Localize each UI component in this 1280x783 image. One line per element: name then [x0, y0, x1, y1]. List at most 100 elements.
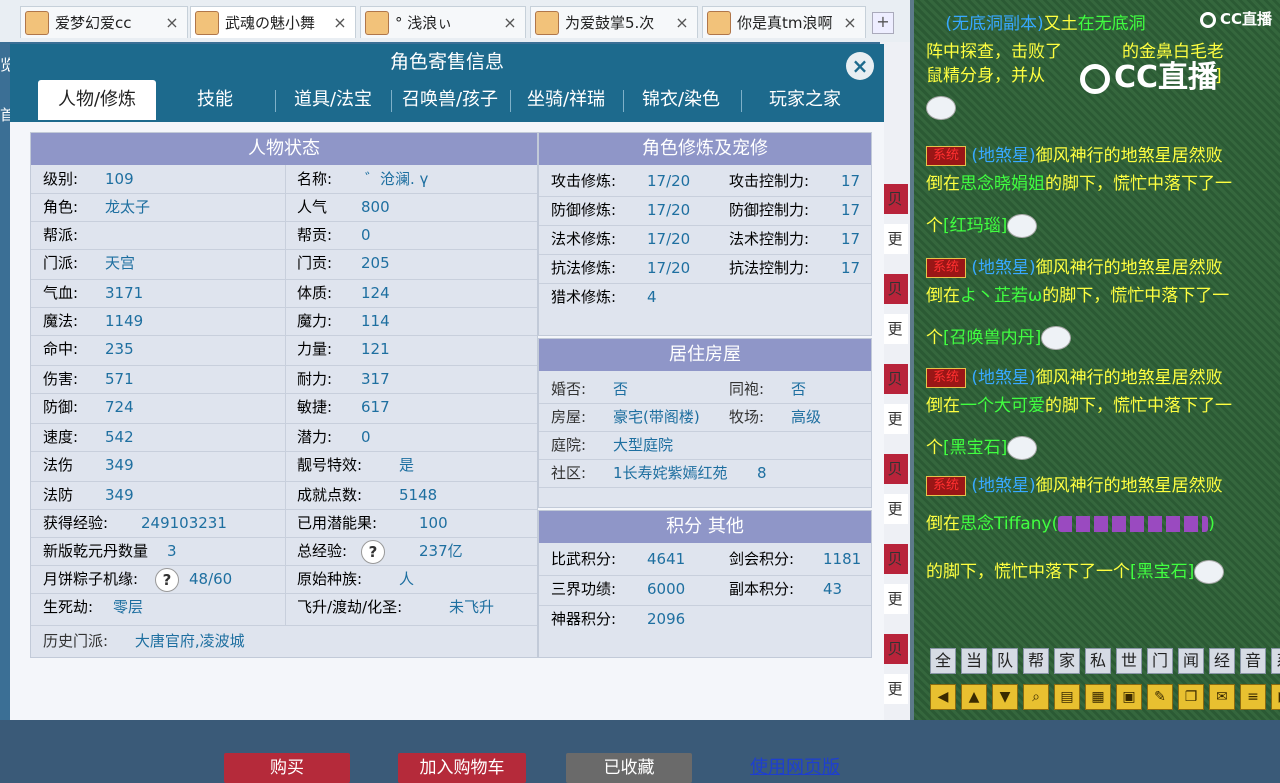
chat-line: (无底洞副本)又土在无底洞 — [926, 10, 1280, 38]
help-row: ? — [155, 565, 179, 593]
side-button[interactable]: 贝 — [882, 634, 908, 664]
left-arrow-icon[interactable]: ◀ — [930, 684, 956, 710]
new-tab-button[interactable]: + — [872, 12, 894, 34]
browser-tab[interactable]: 爱梦幻爱cc × — [20, 6, 188, 38]
copy-icon[interactable]: ❐ — [1178, 684, 1204, 710]
channel-button[interactable]: 闻 — [1178, 648, 1204, 674]
close-button[interactable]: × — [846, 52, 874, 80]
channel-button[interactable]: 当 — [961, 648, 987, 674]
down-arrow-icon[interactable]: ▼ — [992, 684, 1018, 710]
side-button[interactable]: 贝 — [882, 454, 908, 484]
side-button[interactable]: 更 — [882, 584, 908, 614]
close-icon[interactable]: × — [501, 13, 519, 32]
add-to-cart-button[interactable]: 加入购物车 — [398, 753, 526, 783]
right-arrow-icon[interactable]: ▶ — [1271, 684, 1280, 710]
tab-skills[interactable]: 技能 — [160, 80, 270, 120]
close-icon[interactable]: × — [841, 13, 859, 32]
browser-tab[interactable]: 你是真tm浪啊 × — [702, 6, 866, 38]
grid-icon[interactable]: ▦ — [1085, 684, 1111, 710]
side-button[interactable]: 贝 — [882, 184, 908, 214]
nav-divider — [741, 90, 742, 112]
channel-button[interactable]: 家 — [1054, 648, 1080, 674]
doc-icon[interactable]: ▤ — [1054, 684, 1080, 710]
chat-icon[interactable]: ✉ — [1209, 684, 1235, 710]
lock-icon[interactable]: ▣ — [1116, 684, 1142, 710]
side-button[interactable]: 更 — [882, 404, 908, 434]
status-value: 人 — [399, 570, 415, 588]
side-button[interactable]: 贝 — [882, 544, 908, 574]
chat-player[interactable]: 思念晓娟姐 — [960, 174, 1045, 194]
tab-items[interactable]: 道具/法宝 — [278, 80, 388, 120]
browser-tab-active[interactable]: 武魂の魅小舞 × — [190, 6, 356, 38]
buy-button[interactable]: 购买 — [224, 753, 350, 783]
tab-player-home[interactable]: 玩家之家 — [744, 80, 866, 120]
close-icon[interactable]: × — [331, 13, 349, 32]
status-label: 飞升/渡劫/化圣: — [297, 598, 403, 616]
channel-button[interactable]: 队 — [992, 648, 1018, 674]
brush-icon[interactable]: ✎ — [1147, 684, 1173, 710]
status-value: 617 — [361, 398, 390, 416]
chat-player[interactable]: 一个大可爱 — [960, 396, 1045, 416]
avatar — [535, 10, 559, 35]
channel-button[interactable]: 帮 — [1023, 648, 1049, 674]
chat-item[interactable]: [黑宝石] — [1130, 562, 1194, 582]
chat-item[interactable]: [召唤兽内丹] — [943, 328, 1041, 348]
status-label: 级别: — [43, 170, 79, 188]
chat-player[interactable]: よ丶芷若ω — [960, 286, 1042, 306]
chat-text: 的脚下，慌忙中落下了一个 — [926, 562, 1130, 582]
list-icon[interactable]: ≡ — [1240, 684, 1266, 710]
side-button[interactable]: 更 — [882, 494, 908, 524]
community-value: 1长寿姹紫嫣红苑 — [613, 459, 728, 487]
field-label: 牧场: — [729, 408, 765, 426]
decorative-symbols-icon — [1058, 516, 1209, 532]
collected-button[interactable]: 已收藏 — [566, 753, 692, 783]
emoji-icon — [926, 96, 956, 120]
dialog-content: 人物状态 级别: 109 名称: ゛沧澜. ү 角色: 龙太子 人气 800 帮派: 帮贡: 0 门派… — [10, 122, 884, 783]
ranch-row: 牧场: — [729, 403, 764, 431]
channel-button[interactable]: 私 — [1085, 648, 1111, 674]
tab-mounts[interactable]: 坐骑/祥瑞 — [513, 80, 619, 120]
channel-button[interactable]: 全 — [930, 648, 956, 674]
help-icon[interactable]: ? — [155, 567, 179, 592]
channel-button[interactable]: 经 — [1209, 648, 1235, 674]
channel-button[interactable]: 门 — [1147, 648, 1173, 674]
tab-character[interactable]: 人物/修炼 — [38, 80, 156, 120]
help-icon[interactable]: ? — [361, 539, 385, 564]
tab-pets[interactable]: 召唤兽/孩子 — [394, 80, 506, 120]
chat-item[interactable]: [红玛瑙] — [943, 216, 1007, 236]
side-button[interactable]: 贝 — [882, 364, 908, 394]
browser-tab-bar: 爱梦幻爱cc × 武魂の魅小舞 × ° 浅浪ぃ × 为爱鼓掌5.次 × 你是真t… — [0, 0, 910, 43]
web-version-link[interactable]: 使用网页版 — [750, 753, 840, 783]
status-value: 0 — [361, 428, 371, 446]
tab-outfits[interactable]: 锦衣/染色 — [626, 80, 736, 120]
marriage-value: 否 — [613, 375, 628, 403]
side-button[interactable]: 更 — [882, 224, 908, 254]
side-button[interactable]: 更 — [882, 314, 908, 344]
chat-text: 的脚下，慌忙中落下了一 — [1045, 174, 1232, 194]
channel-button[interactable]: 世 — [1116, 648, 1142, 674]
channel-button[interactable]: 系 — [1271, 648, 1280, 674]
browser-tab[interactable]: ° 浅浪ぃ × — [360, 6, 526, 38]
field-label: 婚否: — [551, 380, 587, 398]
chat-source: (地煞星) — [971, 368, 1036, 388]
chat-text: 御风神行的地煞星居然败 — [1035, 368, 1223, 388]
avatar — [25, 10, 49, 35]
status-label: 人气 — [297, 198, 328, 216]
side-button[interactable]: 贝 — [882, 274, 908, 304]
channel-button[interactable]: 音 — [1240, 648, 1266, 674]
tab-label: 你是真tm浪啊 — [737, 14, 833, 32]
close-icon[interactable]: × — [163, 13, 181, 32]
status-label: 防御: — [43, 398, 79, 416]
up-arrow-icon[interactable]: ▲ — [961, 684, 987, 710]
close-icon[interactable]: × — [673, 13, 691, 32]
row-divider — [539, 431, 871, 432]
search-icon[interactable]: ⌕ — [1023, 684, 1049, 710]
house-value: 豪宅(带阁楼) — [613, 403, 700, 431]
chat-player[interactable]: 思念Tiffany — [960, 514, 1052, 534]
chat-text: 倒在 — [926, 174, 960, 194]
status-value: 天宫 — [105, 254, 136, 272]
browser-tab[interactable]: 为爱鼓掌5.次 × — [530, 6, 698, 38]
chat-line: 系统 (地煞星)御风神行的地煞星居然败 — [926, 364, 1280, 392]
chat-item[interactable]: [黑宝石] — [943, 438, 1007, 458]
side-button[interactable]: 更 — [882, 674, 908, 704]
